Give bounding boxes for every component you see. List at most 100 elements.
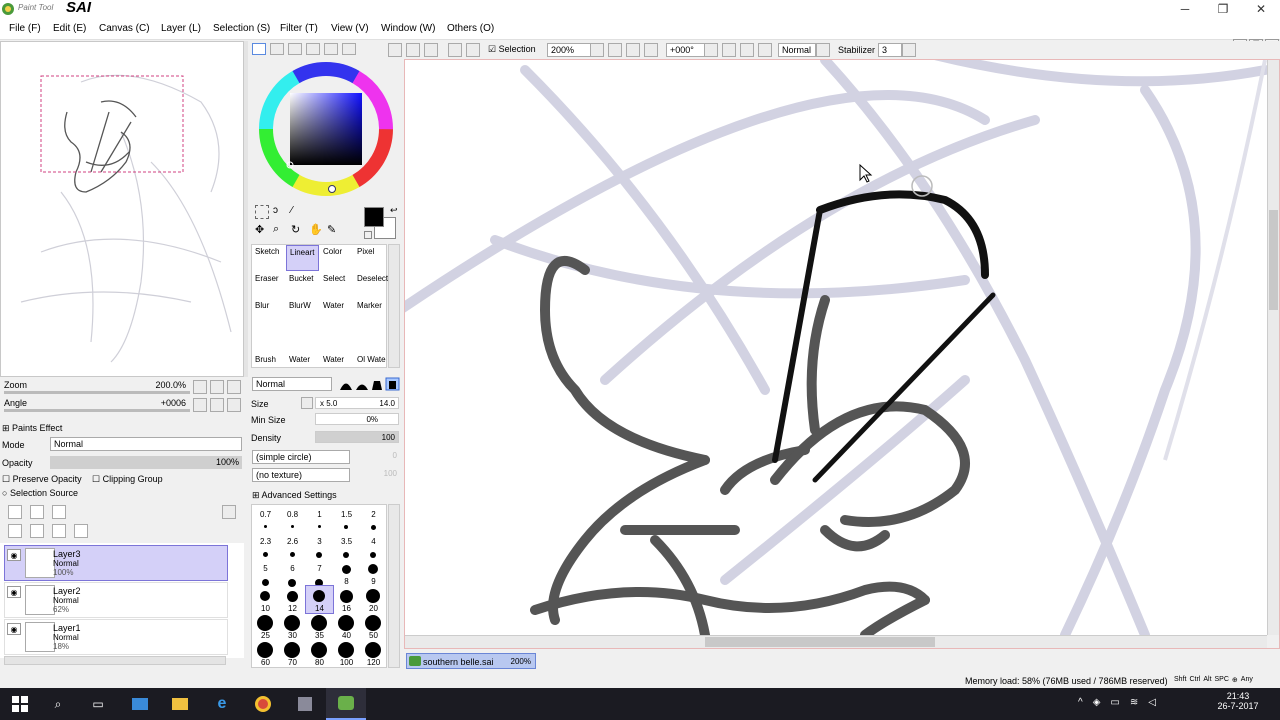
brush-size-cell[interactable]: 4 xyxy=(360,532,387,559)
canvas-zoom-in-button[interactable] xyxy=(626,43,640,57)
brush-size-cell[interactable]: 20 xyxy=(360,586,387,613)
rotate-reset-button[interactable] xyxy=(210,398,224,412)
color-panel-collapse-button[interactable] xyxy=(388,43,402,57)
visibility-eye-icon[interactable]: ◉ xyxy=(7,623,21,635)
tool-oil-water[interactable]: Ol Wate xyxy=(354,353,387,379)
brush-size-cell[interactable]: 70 xyxy=(279,640,306,667)
brush-size-cell[interactable]: 80 xyxy=(306,640,333,667)
zoom-in-button[interactable] xyxy=(210,380,224,394)
tool-eraser[interactable]: Eraser xyxy=(252,272,285,298)
brush-tip-shapes[interactable] xyxy=(338,377,400,391)
chrome-icon[interactable] xyxy=(243,688,283,720)
zoom-reset-button[interactable] xyxy=(227,380,241,394)
canvas-zoom-out-button[interactable] xyxy=(608,43,622,57)
merge-down-button[interactable] xyxy=(30,524,44,538)
layer-item[interactable]: ◉ Layer3 Normal 100% xyxy=(4,545,228,581)
close-button[interactable]: ✕ xyxy=(1242,0,1280,18)
tray-expand-icon[interactable]: ^ xyxy=(1078,697,1083,708)
zoom-slider[interactable] xyxy=(4,391,190,394)
navigator-splitter[interactable] xyxy=(244,41,248,377)
canvas-vscroll-thumb[interactable] xyxy=(1269,210,1278,310)
brush-size-cell[interactable]: 6 xyxy=(279,559,306,587)
brush-size-cell[interactable]: 30 xyxy=(279,613,306,640)
hsv-slider-button[interactable] xyxy=(288,43,302,55)
move-icon[interactable]: ✥ xyxy=(255,223,269,237)
tool-pixel[interactable]: Pixel xyxy=(354,245,387,271)
menu-filter[interactable]: Filter (T) xyxy=(280,23,318,34)
undo-button[interactable] xyxy=(406,43,420,57)
canvas-horizontal-scrollbar[interactable] xyxy=(405,635,1267,648)
clipping-group-checkbox[interactable]: ☐ Clipping Group xyxy=(92,474,163,485)
selection-checkbox[interactable]: ☑ Selection xyxy=(488,44,536,55)
layer-item[interactable]: ◉ Layer2 Normal 62% xyxy=(4,582,228,618)
layer-item[interactable]: ◉ Layer1 Normal 18% xyxy=(4,619,228,655)
color-wheel-mode-button[interactable] xyxy=(252,43,266,55)
transfer-down-button[interactable] xyxy=(8,524,22,538)
canvas-view-mode-select[interactable]: Normal xyxy=(778,43,816,57)
paint-tool-sai-taskbar-icon[interactable] xyxy=(326,688,366,720)
brush-size-cell[interactable]: 0.8 xyxy=(279,505,306,532)
angle-dropdown-arrow[interactable] xyxy=(704,43,718,57)
tool-lineart[interactable]: Lineart xyxy=(286,245,319,271)
search-icon[interactable]: ⌕ xyxy=(38,688,78,720)
new-folder-button[interactable] xyxy=(52,505,66,519)
layer-panel-menu-button[interactable] xyxy=(222,505,236,519)
rect-select-icon[interactable] xyxy=(255,205,269,219)
rotate-left-button[interactable] xyxy=(193,398,207,412)
size-multiplier-button[interactable] xyxy=(301,397,313,409)
brush-size-cell[interactable]: 25 xyxy=(252,613,279,640)
drawing-canvas[interactable] xyxy=(405,60,1267,635)
menu-file[interactable]: File (F) xyxy=(9,23,41,34)
magic-wand-icon[interactable]: ⁄ xyxy=(291,205,305,219)
brush-size-cell[interactable]: 5 xyxy=(252,559,279,586)
brush-size-cell[interactable]: 3 xyxy=(306,532,333,559)
swatches-button[interactable] xyxy=(324,43,338,55)
tool-color[interactable]: Color xyxy=(320,245,353,271)
volume-icon[interactable]: ◁ xyxy=(1148,697,1156,708)
brush-size-cell[interactable]: 10 xyxy=(252,586,279,613)
tool-sketch[interactable]: Sketch xyxy=(252,245,285,271)
clock[interactable]: 21:43 26-7-2017 xyxy=(1200,691,1276,711)
menu-others[interactable]: Others (O) xyxy=(447,23,494,34)
brush-size-cell[interactable]: 2 xyxy=(360,505,387,532)
store-icon[interactable] xyxy=(120,688,160,720)
tool-grid-scrollbar[interactable] xyxy=(388,244,400,368)
brush-size-cell[interactable]: 14 xyxy=(305,585,334,614)
layer-opacity-slider[interactable]: 100% xyxy=(50,456,242,469)
brush-size-cell[interactable]: 1.5 xyxy=(333,505,360,532)
lasso-icon[interactable]: ↄ xyxy=(273,205,287,219)
preserve-opacity-checkbox[interactable]: ☐ Preserve Opacity xyxy=(2,474,82,485)
menu-layer[interactable]: Layer (L) xyxy=(161,23,201,34)
swap-colors-icon[interactable]: ↩ xyxy=(390,205,398,216)
minimize-button[interactable]: ─ xyxy=(1166,0,1204,18)
visibility-eye-icon[interactable]: ◉ xyxy=(7,549,21,561)
canvas-hscroll-thumb[interactable] xyxy=(705,637,935,647)
canvas-zoom-reset-button[interactable] xyxy=(644,43,658,57)
brush-size-cell[interactable]: 16 xyxy=(333,586,360,613)
scratch-pad-button[interactable] xyxy=(342,43,356,55)
brush-size-cell[interactable]: 60 xyxy=(252,640,279,667)
zoom-out-button[interactable] xyxy=(193,380,207,394)
delete-layer-icon[interactable] xyxy=(74,524,88,538)
brush-size-cell[interactable]: 12 xyxy=(279,586,306,613)
brush-size-cell[interactable]: 120 xyxy=(360,640,387,667)
brush-size-cell[interactable]: 1 xyxy=(306,505,333,532)
menu-window[interactable]: Window (W) xyxy=(381,23,435,34)
app-icon[interactable] xyxy=(285,688,325,720)
color-mixer-button[interactable] xyxy=(306,43,320,55)
blend-mode-select[interactable]: Normal xyxy=(252,377,332,391)
rotate-icon[interactable]: ↻ xyxy=(291,223,305,237)
menu-edit[interactable]: Edit (E) xyxy=(53,23,86,34)
min-size-slider[interactable]: 0% xyxy=(315,413,399,425)
menu-selection[interactable]: Selection (S) xyxy=(213,23,270,34)
tool-marker[interactable]: Marker xyxy=(354,299,387,325)
brush-size-cell[interactable]: 50 xyxy=(360,613,387,640)
angle-slider[interactable] xyxy=(4,409,190,412)
menu-canvas[interactable]: Canvas (C) xyxy=(99,23,150,34)
edge-browser-icon[interactable]: e xyxy=(202,688,242,720)
brush-size-cell[interactable]: 7 xyxy=(306,559,333,587)
canvas-rotate-right-button[interactable] xyxy=(740,43,754,57)
brush-size-scrollbar[interactable] xyxy=(388,504,400,668)
brush-size-cell[interactable]: 40 xyxy=(333,613,360,640)
zoom-dropdown-arrow[interactable] xyxy=(590,43,604,57)
